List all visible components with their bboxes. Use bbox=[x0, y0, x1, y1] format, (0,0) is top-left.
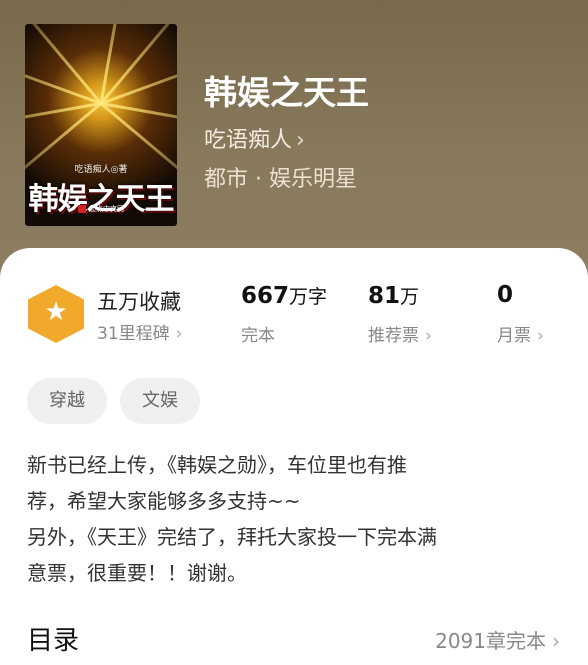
book-title: 韩娱之天王 bbox=[204, 73, 369, 112]
book-info-card: ★ 五万收藏 31里程碑 › 667万字 完本 81万 推荐票 › 0 月票 › 穿越… bbox=[0, 248, 588, 665]
author-name: 吃语痴人 bbox=[204, 128, 293, 153]
cover-publisher: 起点中文网 bbox=[78, 204, 124, 214]
description-line: 另外，《天王》完结了，拜托大家投一下完本满 bbox=[27, 525, 437, 549]
word-count-unit: 万字 bbox=[289, 286, 328, 308]
toc-link[interactable]: 2091章完本 › bbox=[435, 625, 560, 654]
cover-light-ray bbox=[25, 43, 102, 105]
chapter-count: 2091章完本 bbox=[435, 629, 546, 653]
recommend-ticket-label: 推荐票 bbox=[368, 326, 419, 346]
tag-chip[interactable]: 穿越 bbox=[27, 378, 107, 424]
chevron-right-icon: › bbox=[537, 326, 544, 346]
monthly-ticket-link[interactable]: 月票 › bbox=[497, 321, 544, 346]
publisher-logo-icon bbox=[78, 205, 86, 213]
chevron-right-icon: › bbox=[425, 326, 432, 346]
milestone-badge-icon: ★ bbox=[28, 285, 84, 343]
cover-light-ray bbox=[25, 102, 102, 135]
cover-light-ray bbox=[25, 24, 103, 105]
cover-publisher-name: 起点中文网 bbox=[89, 205, 124, 213]
recommend-count-unit: 万 bbox=[400, 286, 420, 308]
cover-light-ray bbox=[100, 102, 177, 135]
completion-status: 完本 bbox=[241, 326, 275, 346]
chevron-right-icon: › bbox=[296, 128, 305, 153]
milestone-link[interactable]: 31里程碑 › bbox=[97, 319, 182, 344]
recommend-ticket-link[interactable]: 推荐票 › bbox=[368, 321, 432, 346]
monthly-ticket-label: 月票 bbox=[497, 326, 531, 346]
description-line: 荐，希望大家能够多多支持~~ bbox=[27, 489, 301, 513]
description-line: 意票，很重要！！谢谢。 bbox=[27, 561, 247, 585]
star-icon: ★ bbox=[44, 297, 68, 327]
author-link[interactable]: 吃语痴人 › bbox=[204, 122, 305, 154]
cover-light-ray bbox=[100, 43, 177, 105]
recommend-count-value: 81 bbox=[368, 283, 401, 309]
chevron-right-icon: › bbox=[175, 324, 183, 344]
tag-chip[interactable]: 文娱 bbox=[120, 378, 200, 424]
milestone-text: 31里程碑 bbox=[97, 324, 170, 344]
monthly-ticket-count: 0 bbox=[497, 282, 514, 308]
book-description[interactable]: 新书已经上传，《韩娱之勋》，车位里也有推 荐，希望大家能够多多支持~~ 另外，《… bbox=[27, 447, 567, 591]
word-count: 667万字 bbox=[241, 282, 327, 309]
book-cover[interactable]: 吃语痴人◎著 韩娱之天王 起点中文网 bbox=[25, 24, 177, 226]
toc-heading: 目录 bbox=[27, 626, 80, 656]
chevron-right-icon: › bbox=[552, 629, 560, 653]
collection-label: 五万收藏 bbox=[97, 290, 181, 314]
word-count-value: 667 bbox=[241, 283, 290, 309]
recommend-count: 81万 bbox=[368, 282, 419, 309]
description-line: 新书已经上传，《韩娱之勋》，车位里也有推 bbox=[27, 453, 407, 477]
book-category: 都市 · 娱乐明星 bbox=[204, 167, 357, 192]
